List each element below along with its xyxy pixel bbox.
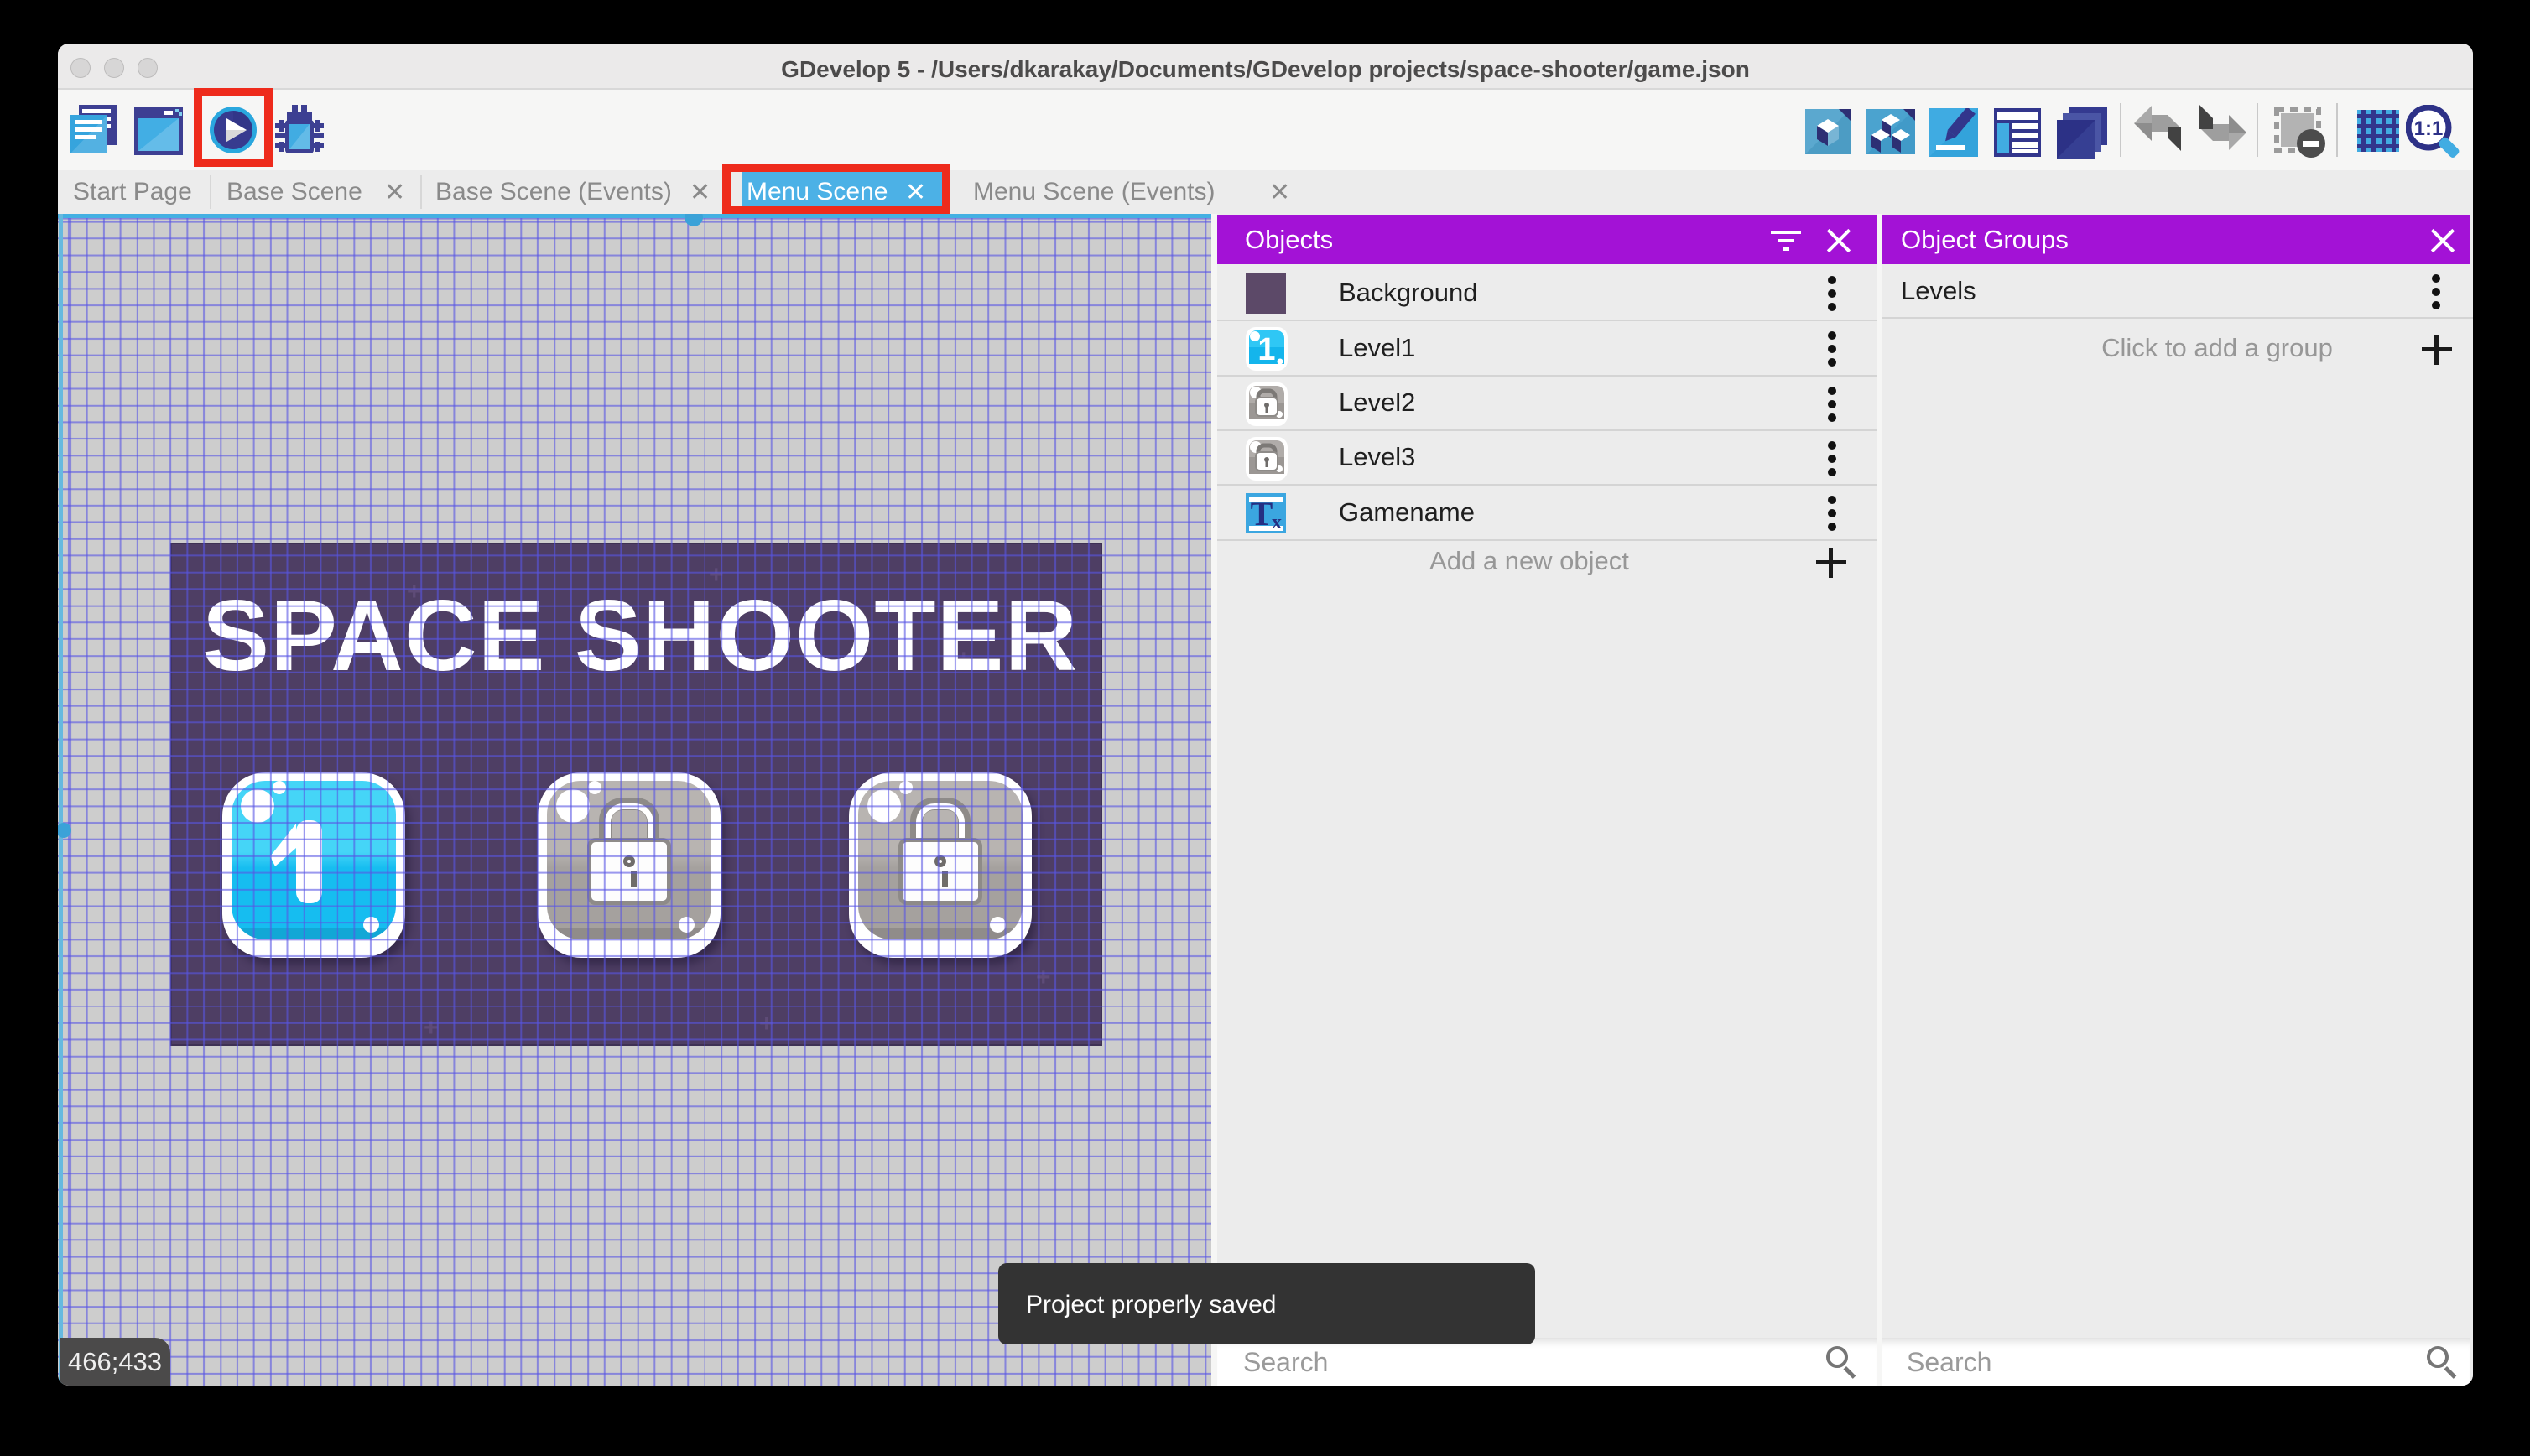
svg-text:x: x — [1272, 512, 1282, 533]
svg-text:T: T — [1251, 495, 1273, 533]
svg-text:1:1: 1:1 — [2414, 117, 2444, 140]
svg-text:1: 1 — [1257, 332, 1275, 367]
